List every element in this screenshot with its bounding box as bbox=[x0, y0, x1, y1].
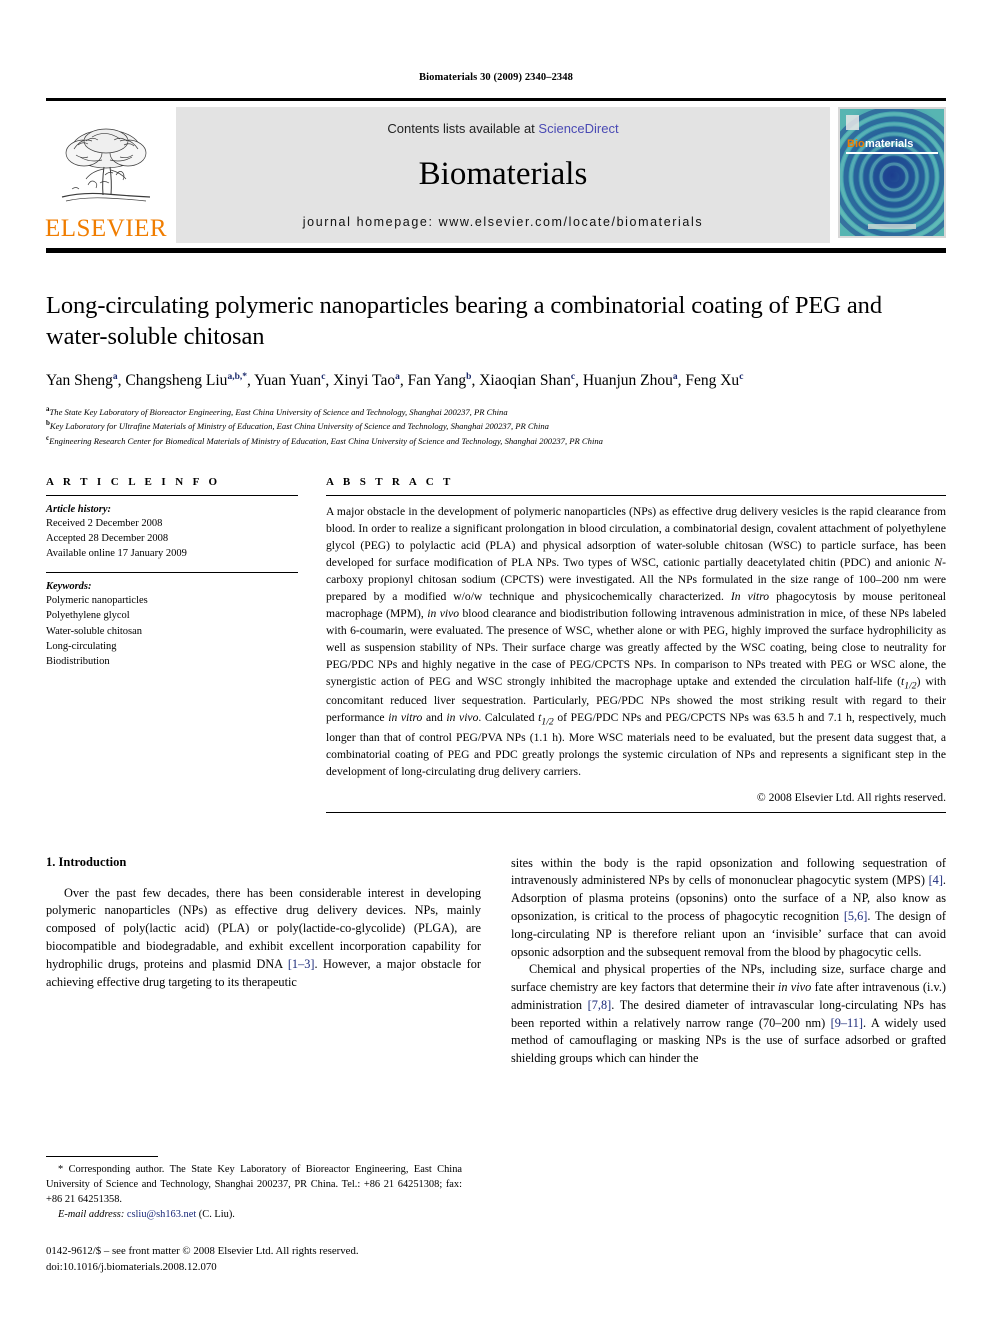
author-affiliation-marker: c bbox=[321, 371, 326, 382]
keyword-item: Water-soluble chitosan bbox=[46, 625, 143, 637]
body-columns: 1. Introduction Over the past few decade… bbox=[46, 855, 946, 1068]
sciencedirect-link[interactable]: ScienceDirect bbox=[538, 121, 618, 136]
elsevier-wordmark: ELSEVIER bbox=[44, 215, 168, 242]
keyword-item: Polyethylene glycol bbox=[46, 610, 130, 622]
journal-cover-thumbnail: Bio materials bbox=[838, 107, 946, 243]
intro-paragraph-1-continued: sites within the body is the rapid opson… bbox=[511, 855, 946, 959]
divider bbox=[46, 572, 298, 574]
author-name: Fan Yang bbox=[407, 371, 467, 389]
reference-link[interactable]: [5,6] bbox=[844, 909, 868, 923]
keywords-heading: Keywords: bbox=[46, 581, 92, 593]
email-suffix: (C. Liu). bbox=[196, 1208, 235, 1220]
abstract-copyright: © 2008 Elsevier Ltd. All rights reserved… bbox=[756, 790, 946, 804]
cover-title-part-b: materials bbox=[865, 138, 913, 150]
footnote-divider bbox=[46, 1156, 158, 1158]
abstract-text: A major obstacle in the development of p… bbox=[326, 504, 946, 778]
author-name: Changsheng Liu bbox=[125, 371, 228, 389]
elsevier-logo: ELSEVIER bbox=[44, 107, 168, 243]
reference-link[interactable]: [1–3] bbox=[288, 957, 315, 971]
author-affiliation-marker: a bbox=[112, 371, 118, 382]
intro-paragraph-2: Chemical and physical properties of the … bbox=[511, 962, 946, 1066]
journal-title: Biomaterials bbox=[418, 156, 588, 192]
divider bbox=[326, 494, 946, 496]
article-history-list: Received 2 December 2008 Accepted 28 Dece… bbox=[46, 516, 298, 561]
divider bbox=[46, 494, 298, 496]
corresponding-author-note: * Corresponding author. The State Key La… bbox=[46, 1164, 462, 1205]
article-history-item: Available online 17 January 2009 bbox=[46, 548, 187, 560]
body-column-right: sites within the body is the rapid opson… bbox=[511, 855, 946, 1068]
doi-line: doi:10.1016/j.biomaterials.2008.12.070 bbox=[46, 1260, 217, 1273]
email-note: E-mail address: csliu@sh163.net (C. Liu)… bbox=[46, 1208, 462, 1223]
author-affiliation-marker: a bbox=[672, 371, 678, 382]
section-heading-introduction: 1. Introduction bbox=[46, 854, 127, 869]
article-page: Biomaterials 30 (2009) 2340–2348 ELSEVIE… bbox=[0, 0, 992, 1323]
author-affiliation-marker: b bbox=[466, 371, 472, 382]
author-name: Yuan Yuan bbox=[254, 371, 322, 389]
contents-prefix: Contents lists available at bbox=[387, 121, 539, 136]
reference-link[interactable]: [9–11] bbox=[831, 1016, 863, 1030]
article-history-item: Received 2 December 2008 bbox=[46, 517, 163, 529]
affiliation-item: aThe State Key Laboratory of Bioreactor … bbox=[46, 404, 508, 417]
issn-line: 0142-9612/$ – see front matter © 2008 El… bbox=[46, 1245, 359, 1258]
affiliation-item: cEngineering Research Center for Biomedi… bbox=[46, 434, 603, 447]
author-affiliation-marker: c bbox=[739, 371, 744, 382]
author-affiliation-marker: a,b,* bbox=[227, 371, 247, 382]
issn-doi-block: 0142-9612/$ – see front matter © 2008 El… bbox=[46, 1244, 462, 1275]
article-info-label: A R T I C L E I N F O bbox=[46, 475, 221, 488]
keywords-list: Polymeric nanoparticles Polyethylene glyc… bbox=[46, 593, 298, 669]
affiliation-list: aThe State Key Laboratory of Bioreactor … bbox=[46, 404, 946, 448]
body-column-left: 1. Introduction Over the past few decade… bbox=[46, 855, 481, 1068]
reference-link[interactable]: [4] bbox=[929, 873, 943, 887]
email-label: E-mail address: bbox=[58, 1208, 125, 1220]
author-affiliation-marker: c bbox=[570, 371, 576, 382]
intro-paragraph-1: Over the past few decades, there has bee… bbox=[46, 885, 482, 989]
journal-masthead: ELSEVIER Contents lists available at Sci… bbox=[44, 98, 946, 253]
info-abstract-section: A R T I C L E I N F O Article history: R… bbox=[46, 476, 946, 813]
email-link[interactable]: csliu@sh163.net bbox=[127, 1209, 196, 1220]
author-name: Feng Xu bbox=[685, 371, 740, 389]
article-info-column: A R T I C L E I N F O Article history: R… bbox=[46, 476, 326, 813]
author-name: Yan Sheng bbox=[46, 371, 113, 389]
keyword-item: Biodistribution bbox=[46, 655, 110, 667]
author-name: Huanjun Zhou bbox=[582, 371, 673, 389]
article-history-item: Accepted 28 December 2008 bbox=[46, 533, 169, 545]
keywords-block: Keywords: Polymeric nanoparticles Polyeth… bbox=[46, 572, 298, 669]
divider bbox=[326, 811, 946, 813]
journal-homepage[interactable]: journal homepage: www.elsevier.com/locat… bbox=[303, 215, 703, 229]
cover-title-part-a: Bio bbox=[847, 138, 865, 150]
page-title: Long-circulating polymeric nanoparticles… bbox=[46, 292, 882, 350]
contents-available-line: Contents lists available at ScienceDirec… bbox=[387, 121, 618, 136]
author-list: Yan Shenga, Changsheng Liua,b,*, Yuan Yu… bbox=[46, 371, 744, 389]
author-affiliation-marker: a bbox=[395, 371, 400, 382]
keyword-item: Polymeric nanoparticles bbox=[46, 595, 148, 607]
journal-banner: Contents lists available at ScienceDirec… bbox=[176, 107, 830, 243]
journal-cover-image: Bio materials bbox=[838, 107, 946, 238]
keyword-item: Long-circulating bbox=[46, 640, 117, 652]
abstract-label: A B S T R A C T bbox=[326, 475, 454, 488]
footnote-block: * Corresponding author. The State Key La… bbox=[46, 1156, 462, 1275]
author-name: Xinyi Tao bbox=[333, 371, 396, 389]
running-head: Biomaterials 30 (2009) 2340–2348 bbox=[419, 72, 573, 83]
elsevier-tree-icon bbox=[61, 128, 151, 202]
reference-link[interactable]: [7,8] bbox=[588, 998, 612, 1012]
author-name: Xiaoqian Shan bbox=[479, 371, 571, 389]
article-history-heading: Article history: bbox=[46, 503, 112, 515]
abstract-column: A B S T R A C T A major obstacle in the … bbox=[326, 476, 946, 813]
affiliation-item: bKey Laboratory for Ultrafine Materials … bbox=[46, 419, 549, 432]
